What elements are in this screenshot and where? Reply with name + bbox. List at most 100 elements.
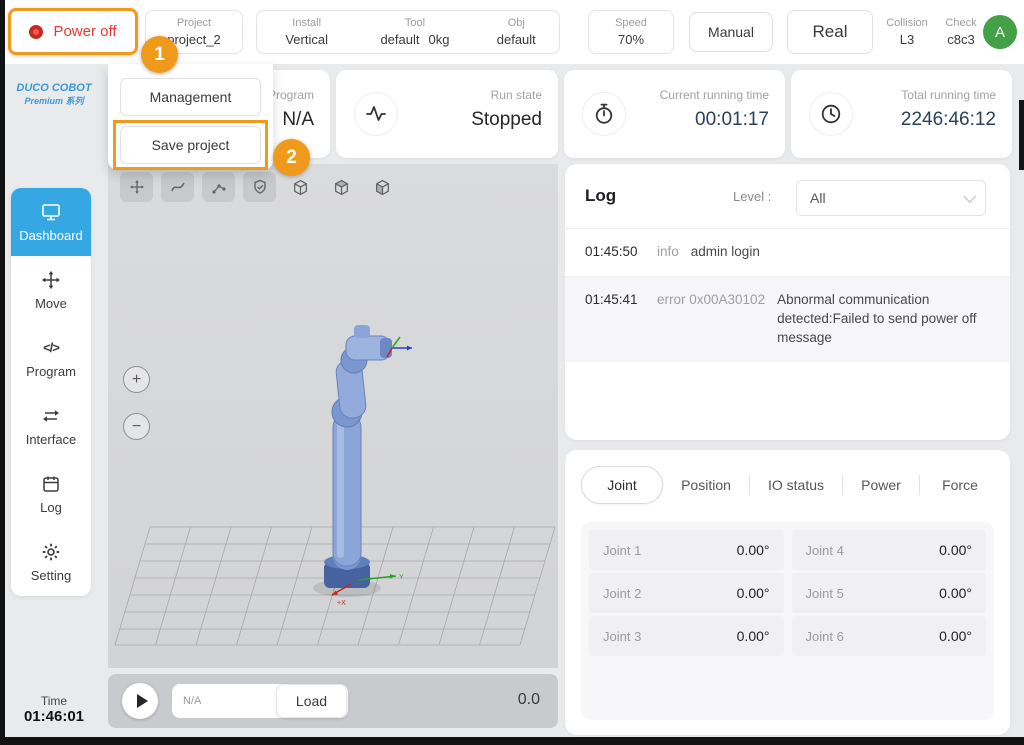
brand-logo: DUCO COBOT Premium 系列 xyxy=(5,82,103,107)
sidebar-item-program[interactable]: </> Program xyxy=(11,324,91,392)
menu-item-save-project[interactable]: Save project xyxy=(120,126,261,164)
check-indicator[interactable]: Check c8c3 xyxy=(936,10,986,54)
log-level-value: All xyxy=(810,190,826,206)
joint-label: Joint 2 xyxy=(603,586,641,601)
system-time: Time 01:46:01 xyxy=(5,694,103,725)
speed-selector[interactable]: Speed 70% xyxy=(588,10,674,54)
sidebar-item-log[interactable]: Log xyxy=(11,460,91,528)
install-label: Install xyxy=(292,16,321,31)
power-off-button[interactable]: Power off xyxy=(8,8,138,55)
robot-3d-scene: Y +X xyxy=(108,164,558,668)
code-icon: </> xyxy=(43,338,59,358)
brand-sub: Premium 系列 xyxy=(5,94,103,107)
joint-value: 0.00° xyxy=(939,628,972,644)
joint-label: Joint 6 xyxy=(806,629,844,644)
sidebar-item-interface[interactable]: Interface xyxy=(11,392,91,460)
joint-value: 0.00° xyxy=(737,542,770,558)
sidebar-item-label: Dashboard xyxy=(19,228,83,243)
robot-3d-viewport[interactable]: Y +X xyxy=(108,164,558,668)
log-entry-tag: error 0x00A30102 xyxy=(657,291,765,310)
safety-shield-button[interactable] xyxy=(243,172,276,202)
monitor-icon xyxy=(41,202,61,222)
tab-joint[interactable]: Joint xyxy=(581,466,663,504)
zoom-in-button[interactable]: + xyxy=(123,366,150,393)
log-row[interactable]: 01:45:41 error 0x00A30102 Abnormal commu… xyxy=(565,276,1010,362)
run-state-card: Run state Stopped xyxy=(336,70,558,158)
play-button[interactable] xyxy=(122,683,158,719)
tool-selector[interactable]: Tool default 0kg xyxy=(356,11,473,53)
swap-arrows-icon xyxy=(41,406,61,426)
scrollbar[interactable] xyxy=(1019,100,1024,170)
run-state-value: Stopped xyxy=(471,109,542,131)
log-level-select[interactable]: All xyxy=(796,180,986,216)
load-button[interactable]: Load xyxy=(276,684,347,718)
program-card-value: N/A xyxy=(282,109,314,131)
collision-value: L3 xyxy=(900,31,914,49)
speed-label: Speed xyxy=(615,16,647,31)
status-tabs: Joint Position IO status Power Force xyxy=(581,466,1000,504)
power-status-icon xyxy=(29,25,43,39)
joint-column-left: Joint 1 0.00° Joint 2 0.00° Joint 3 0.00… xyxy=(589,530,784,659)
install-selector[interactable]: Install Vertical xyxy=(257,11,356,53)
joint-value: 0.00° xyxy=(939,585,972,601)
sidebar-nav: Dashboard Move </> Program Interface xyxy=(11,188,91,596)
tab-io-status[interactable]: IO status xyxy=(750,477,842,493)
play-icon xyxy=(137,694,148,708)
pan-tool-button[interactable] xyxy=(120,172,153,202)
tool-value-row: default 0kg xyxy=(380,31,449,49)
joint-row: Joint 6 0.00° xyxy=(792,616,987,656)
joint-row: Joint 4 0.00° xyxy=(792,530,987,570)
manual-mode-button[interactable]: Manual xyxy=(689,12,773,52)
sidebar: DUCO COBOT Premium 系列 Dashboard Move </>… xyxy=(5,64,103,737)
view-cube-top-button[interactable] xyxy=(366,172,399,202)
sidebar-item-move[interactable]: Move xyxy=(11,256,91,324)
install-value: Vertical xyxy=(285,31,328,49)
tab-position[interactable]: Position xyxy=(663,477,749,493)
log-level-label: Level : xyxy=(733,189,771,204)
user-avatar[interactable]: A xyxy=(983,15,1017,49)
joint-value: 0.00° xyxy=(737,585,770,601)
tab-force[interactable]: Force xyxy=(920,477,1000,493)
tab-power[interactable]: Power xyxy=(843,477,919,493)
svg-text:+X: +X xyxy=(337,600,346,607)
menu-item-management[interactable]: Management xyxy=(120,78,261,116)
move-arrows-icon xyxy=(41,270,61,290)
log-panel: Log Level : All 01:45:50 info admin logi… xyxy=(565,164,1010,440)
robot-status-panel: Joint Position IO status Power Force Joi… xyxy=(565,450,1010,735)
joint-row: Joint 2 0.00° xyxy=(589,573,784,613)
total-running-time-label: Total running time xyxy=(901,88,996,102)
collision-indicator[interactable]: Collision L3 xyxy=(877,10,937,54)
screen-edge-bottom xyxy=(0,737,1024,745)
robot-config-group: Install Vertical Tool default 0kg Obj de… xyxy=(256,10,560,54)
real-mode-button[interactable]: Real xyxy=(787,10,873,54)
power-off-label: Power off xyxy=(53,23,116,40)
project-dropdown-menu: Management Save project xyxy=(108,64,273,170)
sidebar-item-label: Log xyxy=(40,500,62,515)
joint-label: Joint 4 xyxy=(806,543,844,558)
gear-icon xyxy=(41,542,61,562)
joint-label: Joint 5 xyxy=(806,586,844,601)
svg-text:Y: Y xyxy=(399,574,404,581)
log-row[interactable]: 01:45:50 info admin login xyxy=(565,229,1010,276)
viewer-toolbar xyxy=(120,172,399,202)
program-control-bar: N/A Load 0.0 xyxy=(108,674,558,728)
sidebar-item-label: Interface xyxy=(26,432,77,447)
time-label: Time xyxy=(5,694,103,708)
sidebar-item-setting[interactable]: Setting xyxy=(11,528,91,596)
view-cube-iso-button[interactable] xyxy=(325,172,358,202)
total-running-time-card: Total running time 2246:46:12 xyxy=(791,70,1012,158)
waypoint-tool-button[interactable] xyxy=(202,172,235,202)
view-cube-front-button[interactable] xyxy=(284,172,317,202)
current-running-time-label: Current running time xyxy=(660,88,769,102)
calendar-icon xyxy=(41,474,61,494)
log-entry-tag: info xyxy=(657,243,679,262)
joint-value: 0.00° xyxy=(939,542,972,558)
total-running-time-value: 2246:46:12 xyxy=(901,109,996,131)
check-label: Check xyxy=(945,16,976,31)
chevron-down-icon xyxy=(963,190,976,203)
spline-tool-button[interactable] xyxy=(161,172,194,202)
sidebar-item-dashboard[interactable]: Dashboard xyxy=(11,188,91,256)
current-running-time-value: 00:01:17 xyxy=(695,109,769,131)
obj-selector[interactable]: Obj default xyxy=(474,11,559,53)
zoom-out-button[interactable]: − xyxy=(123,413,150,440)
